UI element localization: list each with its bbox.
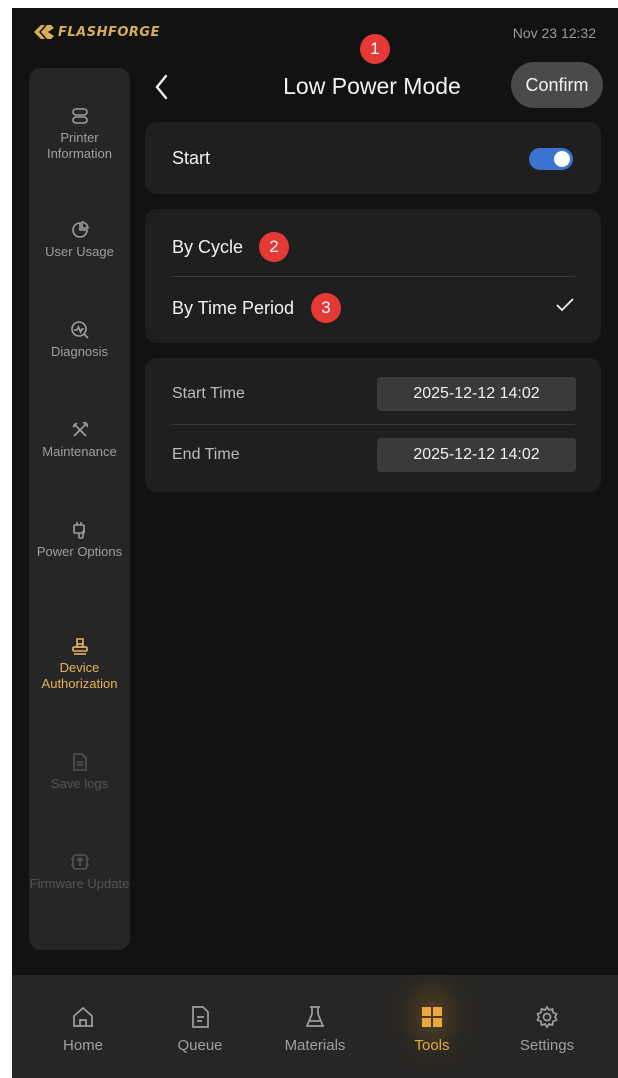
status-bar: FLASHFORGE Nov 23 12:32 [12,8,618,56]
sidebar-item-label: Maintenance [42,444,117,459]
plug-icon [72,522,85,539]
status-datetime: Nov 23 12:32 [512,25,596,41]
sidebar-item-label: User Usage [45,244,114,259]
document-icon [72,753,87,771]
sidebar-item-power-options[interactable]: Power Options [29,520,130,560]
flashforge-logo-icon [34,25,54,39]
nav-label: Queue [177,1037,223,1054]
toggle-knob [554,151,570,167]
confirm-button[interactable]: Confirm [511,62,603,108]
sidebar-item-label: Save logs [50,776,109,791]
gear-icon [536,1005,558,1029]
nav-queue[interactable]: Queue [160,975,240,1078]
start-toggle[interactable] [529,148,573,170]
nav-materials[interactable]: Materials [275,975,355,1078]
time-card: Start Time 2025-12-12 14:02 End Time 202… [145,358,601,492]
brand-name: FLASHFORGE [58,24,160,40]
start-label: Start [172,148,211,168]
sidebar-item-label: Diagnosis [50,344,109,359]
home-icon [73,1006,93,1027]
sidebar-item-user-usage[interactable]: User Usage [29,220,130,260]
option-by-cycle[interactable]: By Cycle [145,209,601,276]
sidebar-item-diagnosis[interactable]: Diagnosis [29,320,130,360]
sidebar-item-label: Firmware Update [29,876,130,891]
option-by-time-period[interactable]: By Time Period [145,276,601,343]
start-time-label: Start Time [172,385,245,402]
app-screen: FLASHFORGE Nov 23 12:32 Printer Informat… [12,8,618,1078]
option-label: By Time Period [172,298,295,318]
printer-icon [71,108,88,124]
sidebar-item-printer-information[interactable]: Printer Information [29,106,130,162]
sidebar: Printer Information User Usage Diagnosis… [29,68,130,950]
tools-icon [71,421,88,437]
pie-chart-icon [71,221,89,238]
start-card: Start [145,122,601,194]
annotation-badge-2: 2 [259,232,289,262]
diagnosis-icon [70,321,89,339]
sidebar-item-label: Printer Information [46,130,113,161]
mode-card: By Cycle By Time Period [145,209,601,343]
queue-icon [192,1006,209,1028]
sidebar-item-maintenance[interactable]: Maintenance [29,420,130,460]
nav-settings[interactable]: Settings [507,975,587,1078]
annotation-badge-1: 1 [360,34,390,64]
page-header: Low Power Mode Confirm [142,62,618,112]
sidebar-item-save-logs[interactable]: Save logs [29,752,130,792]
nav-label: Materials [284,1037,346,1054]
end-time-field[interactable]: 2025-12-12 14:02 [377,438,576,472]
checkmark-icon [556,298,574,312]
firmware-icon [70,854,89,870]
nav-tools[interactable]: Tools [392,975,472,1078]
annotation-badge-3: 3 [311,293,341,323]
tools-grid-icon [422,1007,442,1027]
sidebar-item-firmware-update[interactable]: Firmware Update [29,852,130,892]
brand-logo: FLASHFORGE [34,24,160,40]
sidebar-item-label: Device Authorization [41,660,118,691]
nav-home[interactable]: Home [43,975,123,1078]
nav-label: Tools [414,1037,450,1054]
nav-label: Home [62,1037,103,1054]
nav-label: Settings [519,1037,575,1054]
flask-icon [305,1006,325,1027]
sidebar-item-device-authorization[interactable]: Device Authorization [29,636,130,692]
sidebar-item-label: Power Options [36,544,123,559]
end-time-label: End Time [172,446,240,463]
stamp-icon [71,638,88,655]
divider [172,424,575,425]
option-label: By Cycle [172,237,244,257]
bottom-nav: Home Queue Materials Tools Settings [12,975,618,1078]
start-time-field[interactable]: 2025-12-12 14:02 [377,377,576,411]
